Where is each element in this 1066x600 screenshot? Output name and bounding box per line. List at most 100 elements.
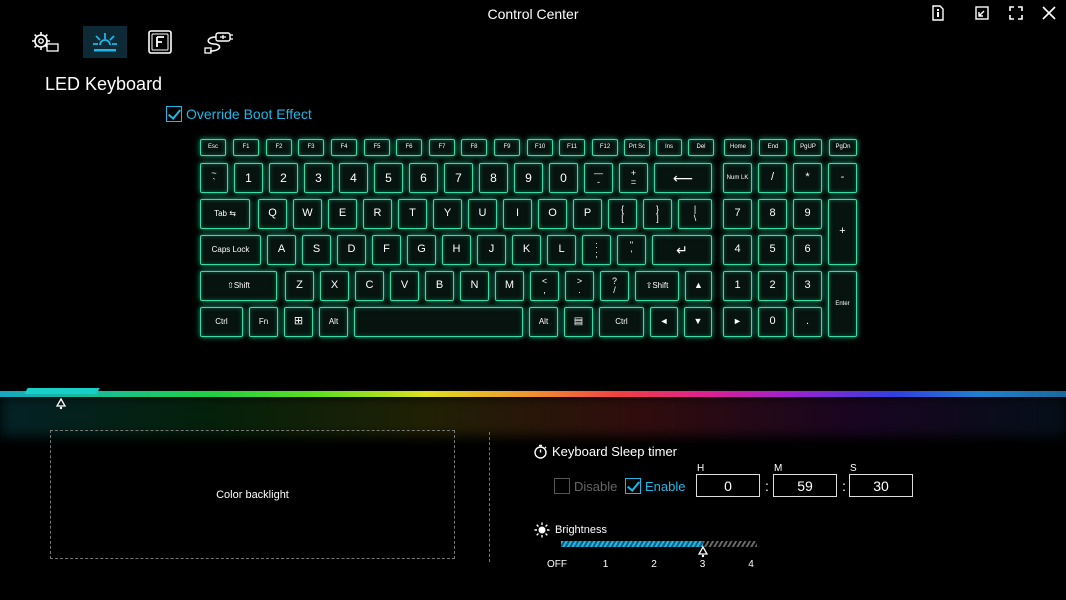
key-space[interactable] xyxy=(354,307,523,337)
key-8[interactable]: 8 xyxy=(479,163,508,193)
key-i[interactable]: I xyxy=(503,199,532,229)
key-f3[interactable]: F3 xyxy=(298,139,324,156)
key-k[interactable]: K xyxy=(512,235,541,265)
key-r[interactable]: R xyxy=(363,199,392,229)
key-p[interactable]: P xyxy=(573,199,602,229)
key-f11[interactable]: F11 xyxy=(559,139,585,156)
key-f1[interactable]: F1 xyxy=(233,139,259,156)
key-l[interactable]: L xyxy=(547,235,576,265)
key-f6[interactable]: F6 xyxy=(396,139,422,156)
key-d[interactable]: D xyxy=(337,235,366,265)
key-quote[interactable]: " ' xyxy=(617,235,646,265)
key-right-alt[interactable]: Alt xyxy=(529,307,558,337)
key-num-minus[interactable]: - xyxy=(828,163,857,193)
hours-input[interactable]: 0 xyxy=(696,474,760,497)
key-lbracket[interactable]: { [ xyxy=(608,199,637,229)
brightness-slider[interactable] xyxy=(561,541,757,547)
key-left[interactable]: ◄ xyxy=(650,307,678,337)
key-7[interactable]: 7 xyxy=(444,163,473,193)
key-6[interactable]: 6 xyxy=(409,163,438,193)
key-s[interactable]: S xyxy=(302,235,331,265)
key-period[interactable]: > . xyxy=(565,271,594,301)
key-windows[interactable]: ⊞ xyxy=(284,307,313,337)
key-end[interactable]: End xyxy=(759,139,787,156)
key-left-shift[interactable]: ⇧Shift xyxy=(200,271,277,301)
key-m[interactable]: M xyxy=(495,271,524,301)
key-h[interactable]: H xyxy=(442,235,471,265)
key-home[interactable]: Home xyxy=(724,139,752,156)
key-comma[interactable]: < , xyxy=(530,271,559,301)
key-right[interactable]: ► xyxy=(723,307,752,337)
key-num-plus[interactable]: + xyxy=(828,199,857,265)
disable-option[interactable]: Disable xyxy=(554,478,617,494)
key-down[interactable]: ▼ xyxy=(684,307,712,337)
key-q[interactable]: Q xyxy=(258,199,287,229)
key-z[interactable]: Z xyxy=(285,271,314,301)
key-fn[interactable]: Fn xyxy=(249,307,278,337)
key-4[interactable]: 4 xyxy=(339,163,368,193)
key-c[interactable]: C xyxy=(355,271,384,301)
key-f9[interactable]: F9 xyxy=(494,139,520,156)
key-x[interactable]: X xyxy=(320,271,349,301)
key-right-shift[interactable]: ⇧Shift xyxy=(635,271,679,301)
key-f8[interactable]: F8 xyxy=(461,139,487,156)
key-f7[interactable]: F7 xyxy=(429,139,455,156)
key-f10[interactable]: F10 xyxy=(527,139,553,156)
key-f[interactable]: F xyxy=(372,235,401,265)
key-v[interactable]: V xyxy=(390,271,419,301)
color-picker-handle[interactable] xyxy=(55,397,67,415)
key-tab[interactable]: Tab ⇆ xyxy=(200,199,250,229)
key-e[interactable]: E xyxy=(328,199,357,229)
key-tilde[interactable]: ~ ` xyxy=(200,163,228,193)
key-a[interactable]: A xyxy=(267,235,296,265)
key-1[interactable]: 1 xyxy=(234,163,263,193)
key-num-decimal[interactable]: . xyxy=(793,307,822,337)
key-o[interactable]: O xyxy=(538,199,567,229)
key-w[interactable]: W xyxy=(293,199,322,229)
key-3[interactable]: 3 xyxy=(304,163,333,193)
key-left-ctrl[interactable]: Ctrl xyxy=(200,307,243,337)
key-right-ctrl[interactable]: Ctrl xyxy=(599,307,644,337)
key-enter[interactable]: ↵ xyxy=(652,235,712,265)
key-num-2[interactable]: 2 xyxy=(758,271,787,301)
minutes-input[interactable]: 59 xyxy=(773,474,837,497)
key-num-9[interactable]: 9 xyxy=(793,199,822,229)
key-5[interactable]: 5 xyxy=(374,163,403,193)
key-u[interactable]: U xyxy=(468,199,497,229)
key-pgup[interactable]: PgUP xyxy=(794,139,822,156)
key-num-6[interactable]: 6 xyxy=(793,235,822,265)
key-b[interactable]: B xyxy=(425,271,454,301)
seconds-input[interactable]: 30 xyxy=(849,474,913,497)
key-equals[interactable]: + = xyxy=(619,163,648,193)
key-f2[interactable]: F2 xyxy=(266,139,292,156)
color-backlight-panel[interactable]: Color backlight xyxy=(50,430,455,559)
key-0[interactable]: 0 xyxy=(549,163,578,193)
key-up[interactable]: ▲ xyxy=(685,271,712,301)
key-num-enter[interactable]: Enter xyxy=(828,271,857,337)
key-num-multiply[interactable]: * xyxy=(793,163,822,193)
key-menu[interactable]: ▤ xyxy=(564,307,593,337)
key-f4[interactable]: F4 xyxy=(331,139,357,156)
key-capslock[interactable]: Caps Lock xyxy=(200,235,261,265)
key-9[interactable]: 9 xyxy=(514,163,543,193)
key-rbracket[interactable]: } ] xyxy=(643,199,672,229)
key-semicolon[interactable]: : ; xyxy=(582,235,611,265)
key-2[interactable]: 2 xyxy=(269,163,298,193)
key-f12[interactable]: F12 xyxy=(592,139,618,156)
key-g[interactable]: G xyxy=(407,235,436,265)
key-backspace[interactable]: ⟵ xyxy=(654,163,712,193)
key-num-7[interactable]: 7 xyxy=(723,199,752,229)
key-ins[interactable]: Ins xyxy=(656,139,682,156)
key-minus[interactable]: — - xyxy=(584,163,613,193)
key-esc[interactable]: Esc xyxy=(200,139,226,156)
color-spectrum-bar[interactable] xyxy=(0,391,1066,397)
key-num-divide[interactable]: / xyxy=(758,163,787,193)
enable-option[interactable]: Enable xyxy=(625,478,685,494)
key-num-4[interactable]: 4 xyxy=(723,235,752,265)
key-backslash[interactable]: | \ xyxy=(678,199,712,229)
key-t[interactable]: T xyxy=(398,199,427,229)
key-num-8[interactable]: 8 xyxy=(758,199,787,229)
key-num-1[interactable]: 1 xyxy=(723,271,752,301)
key-j[interactable]: J xyxy=(477,235,506,265)
key-y[interactable]: Y xyxy=(433,199,462,229)
